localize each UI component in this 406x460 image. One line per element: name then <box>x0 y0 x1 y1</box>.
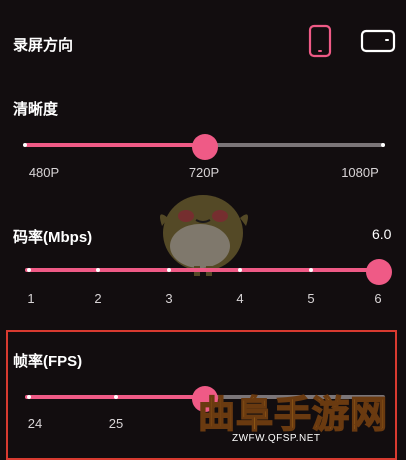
framerate-tick-dot <box>27 395 31 399</box>
framerate-label: 帧率(FPS) <box>13 353 83 370</box>
bitrate-tick-label: 4 <box>236 291 244 306</box>
bitrate-slider-fill <box>25 268 383 272</box>
resolution-tick-label: 1080P <box>341 165 379 180</box>
bitrate-tick-label: 3 <box>165 291 173 306</box>
site-watermark-logo: 曲阜手游网 <box>197 391 388 437</box>
resolution-slider-fill <box>25 143 205 147</box>
resolution-slider[interactable] <box>23 134 385 160</box>
portrait-orientation-button[interactable] <box>306 24 334 58</box>
portrait-phone-icon <box>308 24 332 58</box>
bitrate-tick-label: 6 <box>374 291 382 306</box>
bitrate-slider[interactable] <box>25 259 392 285</box>
framerate-tick-label: 24 <box>27 416 43 431</box>
resolution-tick-label: 480P <box>28 165 60 180</box>
bitrate-tick-label: 2 <box>94 291 102 306</box>
resolution-tick-dot <box>23 143 27 147</box>
bitrate-tick-dot <box>238 268 242 272</box>
bitrate-slider-thumb[interactable] <box>366 259 392 285</box>
framerate-tick-label: 25 <box>108 416 124 431</box>
landscape-orientation-button[interactable] <box>360 28 396 54</box>
bitrate-tick-dot <box>27 268 31 272</box>
bitrate-tick-label: 5 <box>307 291 315 306</box>
resolution-label: 清晰度 <box>13 101 59 118</box>
bitrate-tick-dot <box>96 268 100 272</box>
bitrate-tick-label: 1 <box>27 291 35 306</box>
bitrate-tick-dot <box>309 268 313 272</box>
landscape-phone-icon <box>360 29 396 53</box>
orientation-label: 录屏方向 <box>13 37 74 54</box>
site-watermark-url: ZWFW.QFSP.NET <box>232 433 321 444</box>
resolution-slider-thumb[interactable] <box>192 134 218 160</box>
resolution-tick-dot <box>381 143 385 147</box>
bitrate-tick-dot <box>167 268 171 272</box>
framerate-tick-dot <box>114 395 118 399</box>
bitrate-label: 码率(Mbps) <box>13 229 93 246</box>
bitrate-value: 6.0 <box>372 226 392 242</box>
